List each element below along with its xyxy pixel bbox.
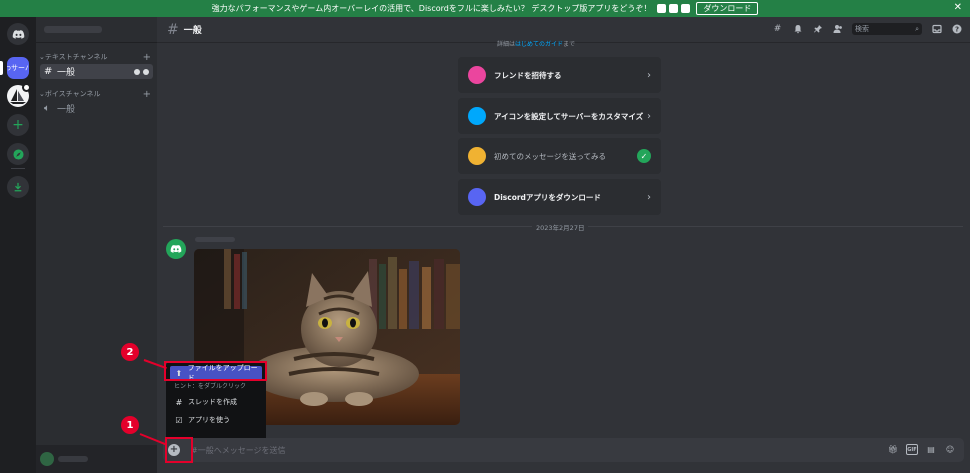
member-list-icon[interactable] <box>832 24 843 35</box>
apple-icon <box>657 4 667 13</box>
add-channel-icon[interactable]: + <box>143 89 151 100</box>
chat-area: # 一般 # 検索 ⌕ ? 詳細ははじめてのガイドまで フレンドを招待する › … <box>157 17 970 473</box>
explore-servers-button[interactable] <box>7 143 29 165</box>
getting-started-hint: 詳細ははじめてのガイドまで <box>497 41 576 48</box>
checkmark-icon: ✓ <box>637 149 651 163</box>
gift-icon[interactable]: 🎁︎ <box>887 444 899 455</box>
sidebar-item-general-text[interactable]: # 一般 <box>40 64 153 79</box>
compass-icon <box>12 148 24 160</box>
task-first-message[interactable]: 初めてのメッセージを送ってみる ✓ <box>458 138 661 174</box>
inbox-icon[interactable] <box>931 24 942 35</box>
channel-label: 一般 <box>57 105 76 115</box>
platform-icons <box>657 4 691 13</box>
category-text-channels[interactable]: ⌄テキストチャンネル + <box>36 51 157 63</box>
message-composer <box>163 438 964 462</box>
speaker-icon: 🔈︎ <box>44 103 50 114</box>
server-icon-other[interactable] <box>7 83 31 107</box>
channel-label: 一般 <box>57 68 76 78</box>
home-button[interactable] <box>7 23 29 45</box>
server-name: わサーバ <box>7 64 29 72</box>
add-server-button[interactable]: + <box>7 114 29 136</box>
task-download-app[interactable]: Discordアプリをダウンロード › <box>458 179 661 215</box>
app-icon: ☑ <box>175 415 183 425</box>
callout-badge-2: 2 <box>121 343 139 361</box>
customize-icon <box>468 107 486 125</box>
upload-highlight-box <box>164 361 267 381</box>
download-banner: 強力なパフォーマンスやゲーム内オーバーレイの活用で、Discordをフルに楽しみ… <box>0 0 970 17</box>
plus-highlight-box <box>165 437 193 463</box>
task-label: 初めてのメッセージを送ってみる <box>494 151 606 161</box>
friends-icon <box>468 66 486 84</box>
search-icon: ⌕ <box>915 24 919 33</box>
date-label: 2023年2月27日 <box>532 222 589 232</box>
avatar <box>40 452 54 466</box>
chevron-right-icon: › <box>647 69 651 81</box>
active-server-pill <box>0 61 3 75</box>
chevron-right-icon: › <box>647 191 651 203</box>
chevron-right-icon: › <box>647 110 651 122</box>
threads-icon[interactable]: # <box>772 24 783 35</box>
android-icon <box>669 4 679 13</box>
task-label: アイコンを設定してサーバーをカスタマイズ <box>494 111 644 121</box>
menu-item-label: スレッドを作成 <box>188 398 237 406</box>
add-channel-icon[interactable]: + <box>143 52 151 63</box>
composer-tools: 🎁︎ GIF ▤ ☺ <box>887 444 956 455</box>
rail-divider <box>11 168 25 169</box>
download-icon <box>14 182 22 192</box>
task-label: Discordアプリをダウンロード <box>494 192 601 202</box>
server-rail: わサーバ + <box>0 17 36 473</box>
notification-badge <box>22 83 31 92</box>
discord-window: 強力なパフォーマンスやゲーム内オーバーレイの活用で、Discordをフルに楽しみ… <box>0 0 970 473</box>
phone-icon <box>468 188 486 206</box>
bell-icon[interactable] <box>792 24 803 35</box>
page-title: 一般 <box>183 26 202 36</box>
guide-link[interactable]: はじめてのガイド <box>515 41 563 48</box>
windows-icon <box>681 4 691 13</box>
download-button[interactable]: ダウンロード <box>696 2 759 15</box>
hash-icon: # <box>44 66 53 77</box>
blurred-server-title <box>44 26 102 33</box>
blurred-username <box>58 456 88 462</box>
avatar[interactable] <box>166 239 186 259</box>
close-icon[interactable]: ✕ <box>954 2 962 13</box>
task-invite-friends[interactable]: フレンドを招待する › <box>458 57 661 93</box>
server-header[interactable] <box>36 17 157 43</box>
help-icon[interactable]: ? <box>951 24 962 35</box>
channel-sidebar: ⌄テキストチャンネル + # 一般 ⌄ボイスチャンネル + 🔈︎ 一般 <box>36 17 157 473</box>
callout-badge-1: 1 <box>121 416 139 434</box>
banner-text: 強力なパフォーマンスやゲーム内オーバーレイの活用で、Discordをフルに楽しみ… <box>211 4 652 13</box>
message-icon <box>468 147 486 165</box>
emoji-icon[interactable]: ☺ <box>944 444 956 455</box>
gear-icon[interactable] <box>143 68 149 75</box>
category-label: ボイスチャンネル <box>44 90 101 98</box>
category-label: テキストチャンネル <box>44 53 108 61</box>
download-apps-button[interactable] <box>7 176 29 198</box>
task-customize-server[interactable]: アイコンを設定してサーバーをカスタマイズ › <box>458 98 661 134</box>
task-label: フレンドを招待する <box>494 70 562 80</box>
message-input[interactable] <box>191 445 691 455</box>
svg-text:?: ? <box>954 26 958 34</box>
header-toolbar: # 検索 ⌕ ? <box>772 23 962 35</box>
pin-icon[interactable] <box>812 24 823 35</box>
hash-icon: # <box>167 21 179 38</box>
use-apps-menu-item[interactable]: ☑ アプリを使う <box>170 413 262 427</box>
user-panel[interactable] <box>36 445 157 473</box>
server-icon-current[interactable]: わサーバ <box>7 57 29 79</box>
menu-hint: ヒント：をダブルクリック <box>174 383 247 390</box>
invite-icon[interactable] <box>134 68 140 75</box>
search-placeholder: 検索 <box>855 25 869 33</box>
sidebar-item-general-voice[interactable]: 🔈︎ 一般 <box>40 101 153 116</box>
discord-logo-icon <box>170 245 182 253</box>
sticker-icon[interactable]: ▤ <box>925 444 937 455</box>
discord-logo-icon <box>12 29 24 39</box>
menu-item-label: アプリを使う <box>188 416 230 424</box>
thread-icon: # <box>175 397 183 407</box>
create-thread-menu-item[interactable]: # スレッドを作成 <box>170 395 262 409</box>
category-voice-channels[interactable]: ⌄ボイスチャンネル + <box>36 88 157 100</box>
search-input[interactable]: 検索 ⌕ <box>852 23 922 35</box>
blurred-author-name <box>195 237 235 242</box>
gif-icon[interactable]: GIF <box>906 444 918 455</box>
